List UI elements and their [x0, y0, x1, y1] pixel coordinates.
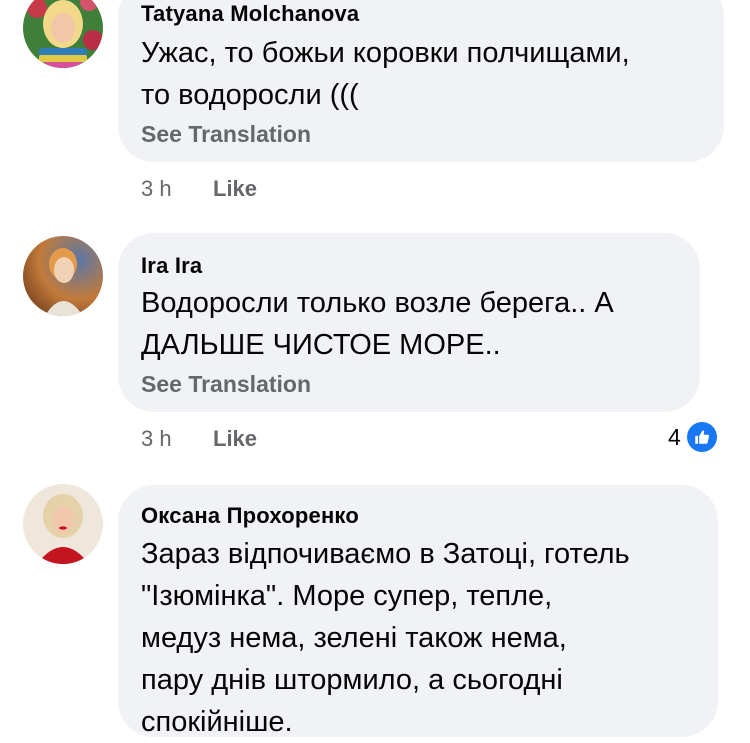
comment-author[interactable]: Ira Ira [141, 253, 202, 279]
comment-text: Водоросли только возле берега.. А ДАЛЬШЕ… [141, 287, 614, 361]
avatar[interactable] [23, 484, 103, 564]
comment-timestamp[interactable]: 3 h [141, 176, 172, 202]
like-button[interactable]: Like [213, 426, 257, 452]
avatar[interactable] [23, 0, 103, 68]
comment-bubble: Оксана Прохоренко Зараз відпочиваємо в З… [118, 485, 718, 738]
see-translation-link[interactable]: See Translation [141, 121, 311, 148]
tatyana-avatar [23, 0, 103, 68]
reaction-count: 4 [668, 423, 681, 450]
comment-text: Зараз відпочиваємо в Затоці, готель "Ізю… [141, 538, 630, 738]
avatar[interactable] [23, 236, 103, 316]
thumbs-up-icon [686, 422, 717, 452]
comment-author[interactable]: Оксана Прохоренко [141, 503, 359, 529]
comment-timestamp[interactable]: 3 h [141, 426, 172, 452]
like-button[interactable]: Like [213, 176, 257, 202]
ira-avatar [23, 236, 103, 316]
comment-text: Ужас, то божьи коровки полчищами, то вод… [141, 37, 630, 111]
comment-bubble: Ira Ira Водоросли только возле берега.. … [118, 233, 700, 412]
oksana-avatar [23, 484, 103, 564]
see-translation-link[interactable]: See Translation [141, 371, 311, 398]
comment-bubble: Tatyana Molchanova Ужас, то божьи коровк… [118, 0, 724, 162]
comment-author[interactable]: Tatyana Molchanova [141, 1, 359, 27]
reaction-summary[interactable]: 4 [668, 422, 717, 452]
